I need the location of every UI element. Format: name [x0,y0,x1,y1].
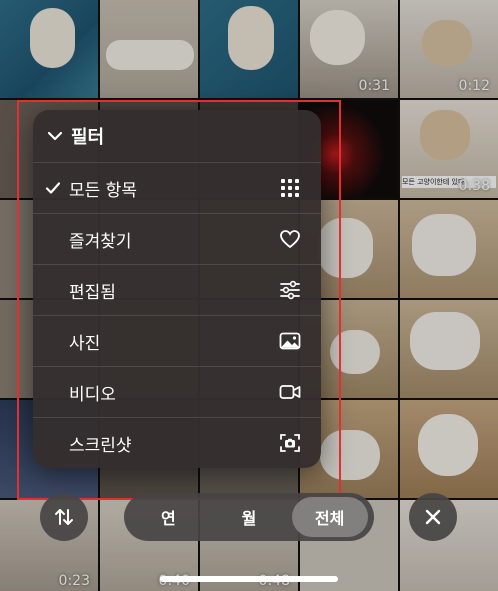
grid-icon [281,179,299,197]
filter-item-screenshots[interactable]: 스크린샷 [33,418,321,468]
filter-menu-header[interactable]: 필터 [33,110,321,163]
filter-item-photos[interactable]: 사진 [33,316,321,367]
segment-all[interactable]: 전체 [291,497,368,537]
home-indicator [160,576,338,582]
filter-menu: 필터 모든 항목 즐겨찾기 편집됨 사진 비디오 스크린샷 [33,110,321,468]
filter-menu-title: 필터 [71,127,105,148]
sort-arrows-icon [55,509,73,525]
view-segmented-control: 연 월 전체 [124,493,374,541]
filter-item-favorites[interactable]: 즐겨찾기 [33,214,321,265]
close-button[interactable] [409,493,457,541]
filter-item-all[interactable]: 모든 항목 [33,163,321,214]
filter-item-edited[interactable]: 편집됨 [33,265,321,316]
filter-item-label: 모든 항목 [69,180,137,201]
filter-item-label: 스크린샷 [69,435,132,456]
filter-item-label: 즐겨찾기 [69,231,132,252]
screenshot-icon [280,434,300,452]
checkmark-icon [45,182,61,194]
filter-item-label: 비디오 [69,384,116,405]
filter-item-label: 사진 [69,333,101,354]
video-icon [279,385,301,399]
sliders-icon [280,280,300,300]
segment-years[interactable]: 연 [130,497,206,537]
photo-icon [279,332,301,350]
heart-icon [280,230,300,249]
filter-item-label: 편집됨 [69,282,116,303]
close-icon [425,509,441,525]
filter-item-videos[interactable]: 비디오 [33,367,321,418]
sort-button[interactable] [40,493,88,541]
chevron-down-icon [47,131,63,141]
segment-months[interactable]: 월 [211,497,287,537]
